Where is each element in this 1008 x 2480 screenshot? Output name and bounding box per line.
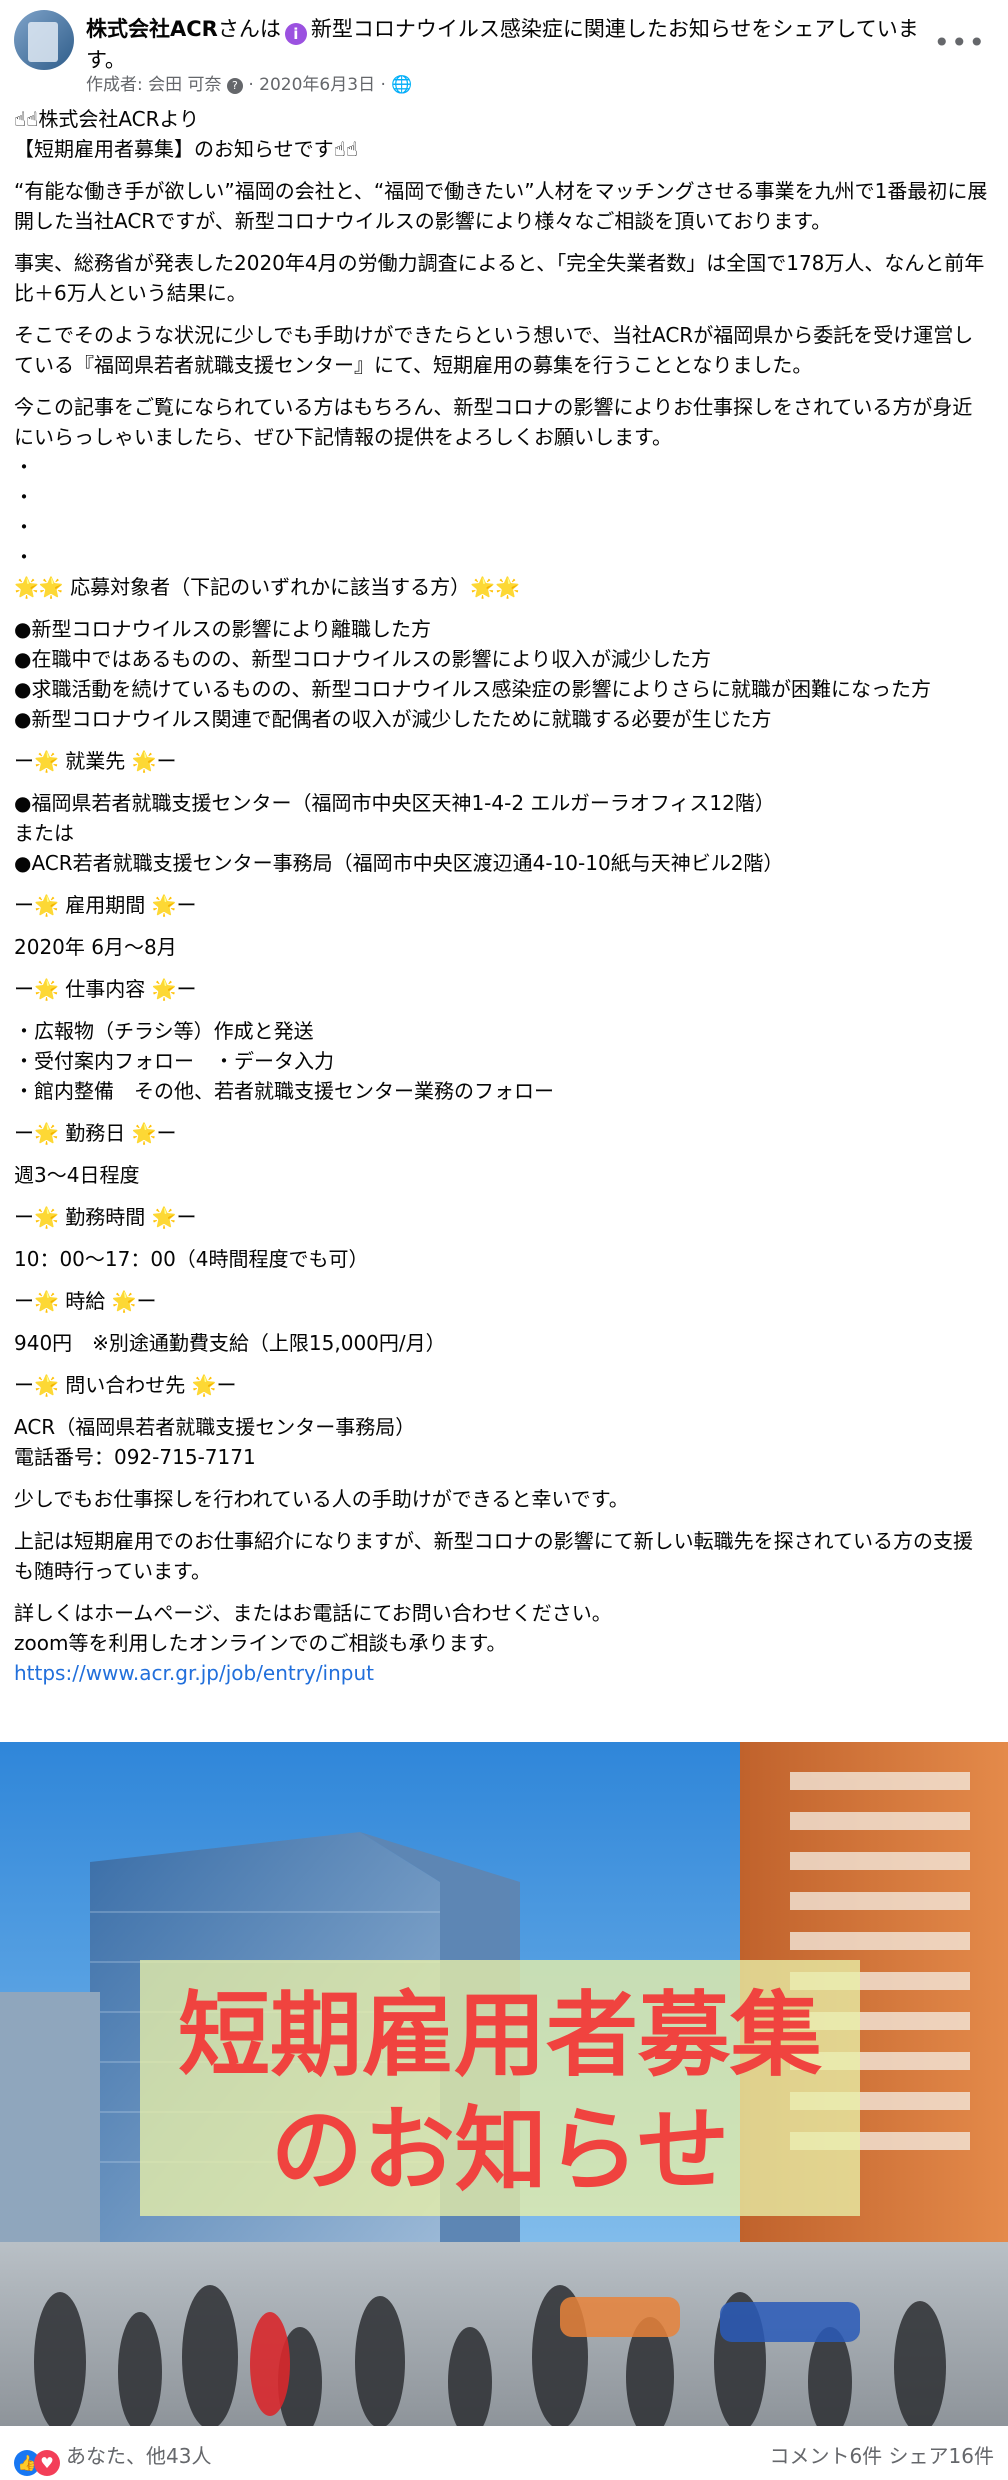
dot-separator: ・	[14, 515, 34, 539]
target-heading: 🌟🌟 応募対象者（下記のいずれかに該当する方）🌟🌟	[14, 575, 520, 599]
wage-heading: ー🌟 時給 🌟ー	[14, 1289, 157, 1313]
target-item: ●新型コロナウイルスの影響により離職した方	[14, 617, 432, 641]
work-item: ・館内整備 その他、若者就職支援センター業務のフォロー	[14, 1079, 554, 1103]
place-item: ●ACR若者就職支援センター事務局（福岡市中央区渡辺通4-10-10紙与天神ビル…	[14, 851, 784, 875]
closing-3: 詳しくはホームページ、またはお電話にてお問い合わせください。	[14, 1601, 612, 1625]
car	[720, 2302, 860, 2342]
post-footer: 👍 ♥ あなた、他43人 コメント6件 シェア16件	[0, 2428, 1008, 2480]
hours-heading: ー🌟 勤務時間 🌟ー	[14, 1205, 197, 1229]
place-heading: ー🌟 就業先 🌟ー	[14, 749, 177, 773]
work-item: ・受付案内フォロー ・データ入力	[14, 1049, 334, 1073]
closing-4: zoom等を利用したオンラインでのご相談も承ります。	[14, 1631, 507, 1655]
meta-author: 作成者: 会田 可奈	[86, 75, 222, 95]
post-meta: 作成者: 会田 可奈 ? · 2020年6月3日 · 🌐	[86, 75, 413, 95]
wage-value: 940円 ※別途通勤費支給（上限15,000円/月）	[14, 1331, 446, 1355]
days-value: 週3～4日程度	[14, 1163, 140, 1187]
target-item: ●求職活動を続けているものの、新型コロナウイルス感染症の影響によりさらに就職が困…	[14, 677, 932, 701]
post-body: ☝☝株式会社ACRより 【短期雇用者募集】のお知らせです☝☝ “有能な働き手が欲…	[14, 104, 990, 1700]
paragraph-2: 事実、総務省が発表した2020年4月の労働力調査によると、「完全失業者数」は全国…	[14, 251, 985, 305]
dot-separator: ・	[14, 455, 34, 479]
post-header: 株式会社ACRさんは i 新型コロナウイルス感染症に関連したお知らせをシェアしていま…	[14, 10, 994, 100]
reactions-summary[interactable]: 👍 ♥ あなた、他43人	[14, 2440, 211, 2476]
intro-line-1: ☝☝株式会社ACRより	[14, 107, 200, 131]
post-date[interactable]: 2020年6月3日	[259, 75, 375, 95]
post-image-art: 短期雇用者募集 のお知らせ	[0, 1742, 1008, 2426]
banner-line-1: 短期雇用者募集	[178, 1982, 822, 2089]
entry-link[interactable]: https://www.acr.gr.jp/job/entry/input	[14, 1658, 990, 1688]
post-header-text: 株式会社ACRさんは i 新型コロナウイルス感染症に関連したお知らせをシェアしていま…	[86, 14, 946, 75]
page-avatar[interactable]	[14, 10, 74, 70]
contact-name: ACR（福岡県若者就職支援センター事務局）	[14, 1415, 416, 1439]
love-icon: ♥	[34, 2450, 60, 2476]
days-heading: ー🌟 勤務日 🌟ー	[14, 1121, 177, 1145]
car	[560, 2297, 680, 2337]
period-value: 2020年 6月～8月	[14, 935, 177, 959]
banner-line-2: のお知らせ	[271, 2097, 729, 2204]
contact-heading: ー🌟 問い合わせ先 🌟ー	[14, 1373, 237, 1397]
shares-count[interactable]: シェア16件	[889, 2444, 994, 2468]
header-suffix: さんは	[217, 17, 281, 41]
engagement-counts: コメント6件 シェア16件	[769, 2440, 994, 2469]
reactions-text: あなた、他43人	[66, 2444, 212, 2468]
closing-2: 上記は短期雇用でのお仕事紹介になりますが、新型コロナの影響にて新しい転職先を探さ…	[14, 1529, 973, 1583]
globe-icon: 🌐	[391, 75, 413, 95]
work-item: ・広報物（チラシ等）作成と発送	[14, 1019, 314, 1043]
dot-separator: ・	[14, 545, 34, 569]
paragraph-3: そこでそのような状況に少しでも手助けができたらという想いで、当社ACRが福岡県か…	[14, 323, 974, 377]
contact-phone: 電話番号：092-715-7171	[14, 1445, 256, 1469]
comments-count[interactable]: コメント6件	[769, 2444, 882, 2468]
target-item: ●新型コロナウイルス関連で配偶者の収入が減少したために就職する必要が生じた方	[14, 707, 772, 731]
paragraph-1: “有能な働き手が欲しい”福岡の会社と、“福岡で働きたい”人材をマッチングさせる事…	[14, 179, 988, 233]
place-or: または	[14, 821, 74, 845]
left-building	[0, 1992, 100, 2252]
author-name[interactable]: 株式会社ACR	[86, 17, 218, 41]
hours-value: 10：00～17：00（4時間程度でも可）	[14, 1247, 369, 1271]
intro-line-2: 【短期雇用者募集】のお知らせです☝☝	[14, 137, 358, 161]
dot-separator: ・	[14, 485, 34, 509]
post-image[interactable]: 短期雇用者募集 のお知らせ	[0, 1742, 1008, 2426]
place-item: ●福岡県若者就職支援センター（福岡市中央区天神1-4-2 エルガーラオフィス12…	[14, 791, 775, 815]
work-heading: ー🌟 仕事内容 🌟ー	[14, 977, 197, 1001]
help-icon[interactable]: ?	[226, 78, 243, 94]
info-icon: i	[284, 23, 307, 45]
period-heading: ー🌟 雇用期間 🌟ー	[14, 893, 197, 917]
more-options-button[interactable]: •••	[933, 26, 986, 59]
target-item: ●在職中ではあるものの、新型コロナウイルスの影響により収入が減少した方	[14, 647, 712, 671]
paragraph-4: 今この記事をご覧になられている方はもちろん、新型コロナの影響によりお仕事探しをさ…	[14, 395, 973, 449]
closing-1: 少しでもお仕事探しを行われている人の手助けができると幸いです。	[14, 1487, 629, 1511]
